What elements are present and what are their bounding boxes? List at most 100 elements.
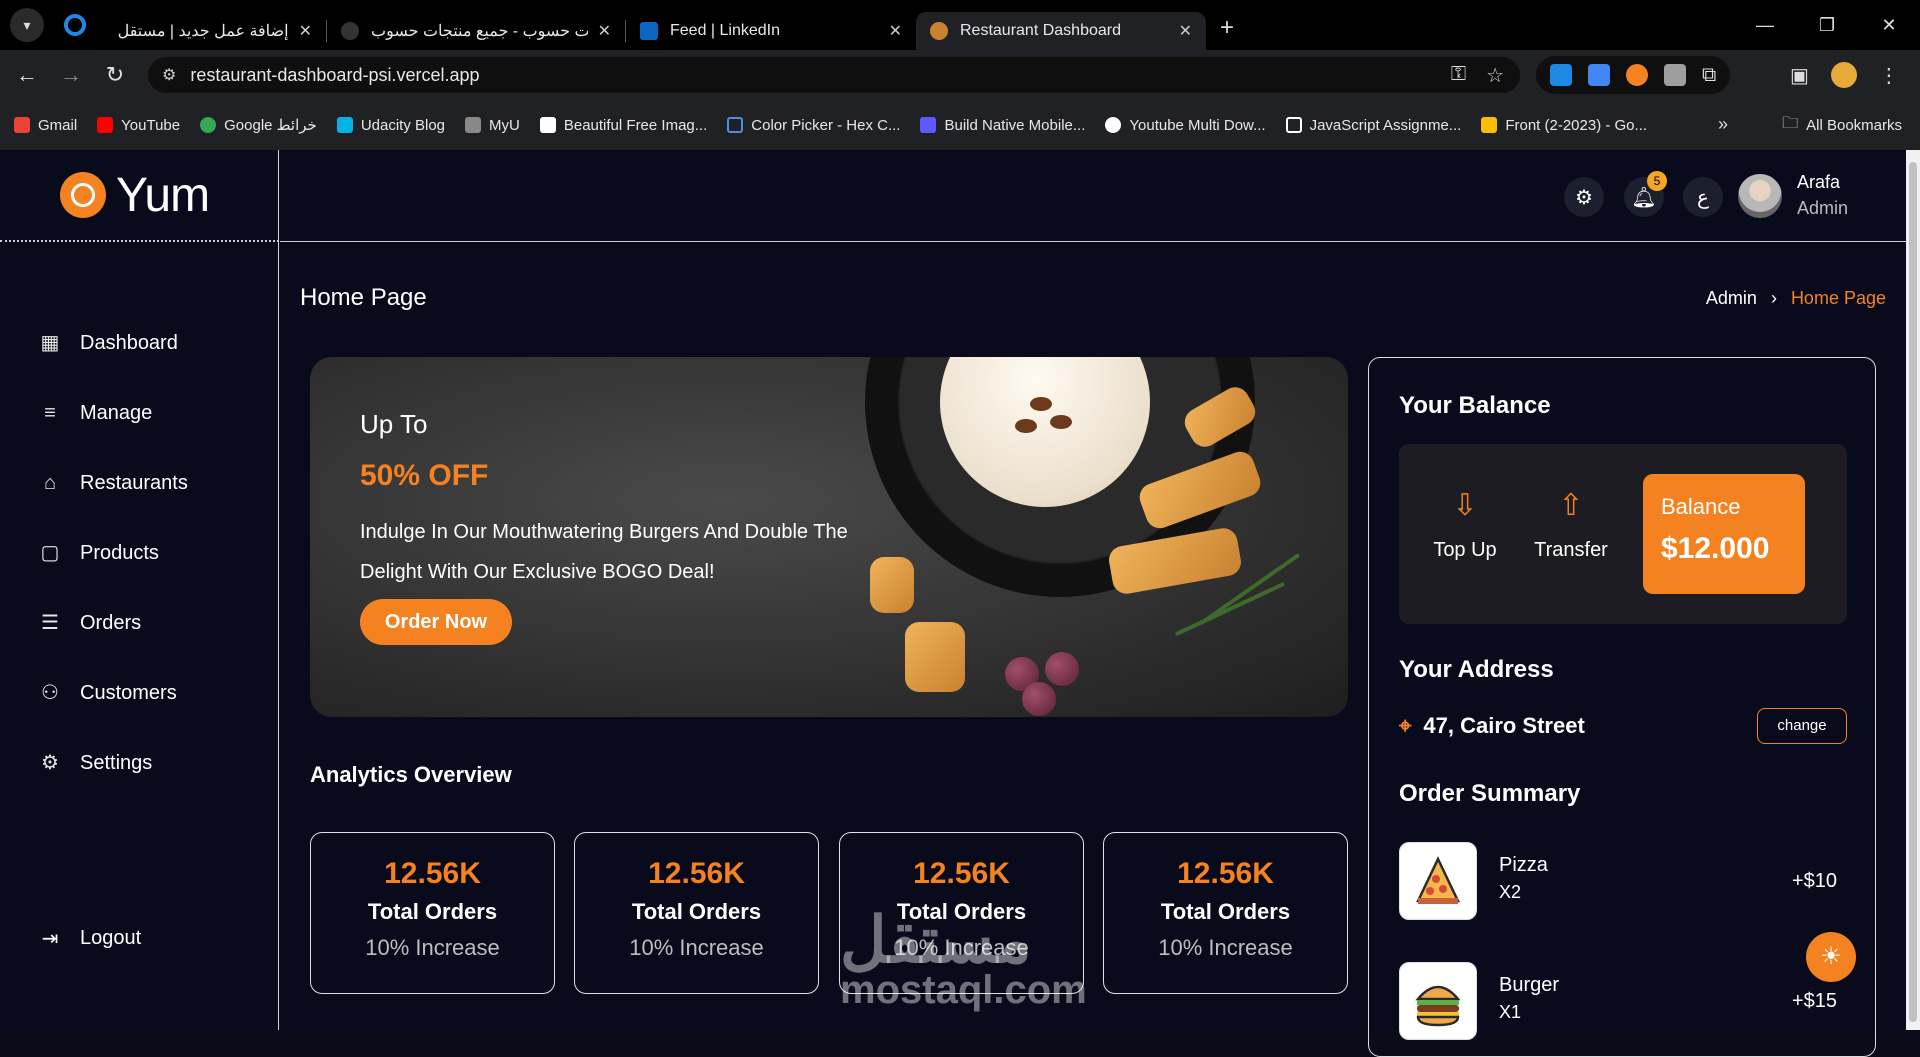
promo-discount: 50% OFF [360,459,489,492]
promo-banner: Up To 50% OFF Indulge In Our Mouthwateri… [310,357,1348,717]
burger-icon [1399,962,1477,1040]
bookmark-gmail[interactable]: Gmail [14,117,77,134]
order-item-name: Burger [1499,974,1560,996]
tab-mostaql[interactable]: إضافة عمل جديد | مستقل ✕ [86,12,326,50]
minimize-icon[interactable]: — [1734,15,1796,36]
stat-value: 12.56K [913,857,1010,890]
list-icon: ☰ [41,612,59,634]
reload-icon[interactable]: ↻ [98,62,132,88]
page-scrollbar[interactable] [1906,150,1920,1030]
back-arrow-icon[interactable]: ← [10,62,44,88]
sidebar-item-orders[interactable]: ☰ Orders [38,588,188,658]
sidebar-item-dashboard[interactable]: ▦ Dashboard [38,308,188,378]
theme-toggle-button[interactable]: ☀ [1806,932,1856,982]
tab-restaurant-dashboard[interactable]: Restaurant Dashboard ✕ [916,12,1206,50]
bookmark-star-icon[interactable]: ☆ [1486,63,1504,88]
pecan-image [1030,397,1052,411]
downloader-icon [1105,117,1122,133]
translate-icon[interactable] [1664,64,1686,86]
sidebar-item-manage[interactable]: ≡ Manage [38,378,188,448]
tab-search-button[interactable]: ▾ [10,8,44,42]
settings-button[interactable]: ⚙ [1564,177,1604,217]
window-controls: — ❐ ✕ [1734,0,1920,50]
sidebar-item-settings[interactable]: ⚙ Settings [38,728,188,798]
brand-logo[interactable]: Yum [0,150,279,242]
tab-label: Feed | LinkedIn [670,22,781,39]
order-summary-item[interactable]: Pizza X2 +$10 [1399,842,1847,922]
scrollbar-thumb[interactable] [1909,162,1917,1022]
extension-icon[interactable] [1550,64,1572,86]
extension-icon[interactable] [1588,64,1610,86]
profile-avatar[interactable] [1830,62,1857,88]
extension-icon[interactable] [1626,64,1648,86]
new-tab-button[interactable]: + [1220,14,1234,42]
breadcrumb-root[interactable]: Admin [1706,288,1757,309]
gear-icon: ⚙ [41,752,59,774]
top-up-button[interactable]: ⇩ Top Up [1425,488,1505,562]
sidebar-item-label: Settings [80,751,153,774]
gear-icon: ⚙ [1575,186,1593,209]
bookmark-youtube-downloader[interactable]: Youtube Multi Dow... [1105,117,1266,134]
bookmark-label: Google خرائط [224,117,317,134]
mostaql-watermark: مستقل mostaql.com [840,908,1087,1012]
transfer-label: Transfer [1534,539,1608,561]
tab-label: Restaurant Dashboard [960,22,1121,39]
stat-value: 12.56K [648,857,745,890]
upload-tray-icon: ⇧ [1558,489,1584,522]
order-item-qty: X2 [1499,882,1522,902]
myu-icon [465,117,482,133]
puzzle-extensions-icon[interactable]: ⧉ [1702,64,1716,87]
logout-button[interactable]: ⇥ Logout [38,926,142,951]
bookmark-google-maps[interactable]: Google خرائط [200,116,317,134]
bookmarks-overflow-icon[interactable]: » [1718,114,1728,135]
order-now-button[interactable]: Order Now [360,599,512,645]
window-close-icon[interactable]: ✕ [1858,15,1920,36]
sidebar-item-restaurants[interactable]: ⌂ Restaurants [38,448,188,518]
restore-icon[interactable]: ❐ [1796,15,1858,36]
bookmark-myu[interactable]: MyU [465,117,520,134]
site-info-icon[interactable]: ⚙ [162,65,176,85]
close-icon[interactable]: ✕ [598,21,611,41]
omnibox-actions: ⚿ ☆ [1451,63,1504,88]
order-item-qty: X1 [1499,1002,1522,1022]
sidebar-item-products[interactable]: ▢ Products [38,518,188,588]
sidebar-item-customers[interactable]: ⚇ Customers [38,658,188,728]
close-icon[interactable]: ✕ [299,21,312,41]
bookmark-udacity[interactable]: Udacity Blog [336,117,445,134]
close-icon[interactable]: ✕ [889,21,902,41]
bookmark-youtube[interactable]: YouTube [97,117,180,134]
close-icon[interactable]: ✕ [1179,21,1192,41]
user-avatar[interactable] [1738,174,1782,218]
more-menu-icon[interactable]: ⋮ [1879,63,1899,88]
bookmark-label: Build Native Mobile... [944,116,1086,134]
forward-arrow-icon[interactable]: → [54,62,88,88]
linkedin-favicon-icon [640,22,658,40]
transfer-button[interactable]: ⇧ Transfer [1531,488,1611,562]
thyme-image [1174,581,1286,637]
bookmark-free-images[interactable]: Beautiful Free Imag... [539,117,707,134]
tab-linkedin[interactable]: Feed | LinkedIn ✕ [626,12,916,50]
stat-label: Total Orders [367,899,498,924]
address-bar[interactable]: ⚙ restaurant-dashboard-psi.vercel.app ⚿ … [148,57,1520,93]
watermark-latin: mostaql.com [840,968,1087,1012]
pecan-image [1015,419,1037,433]
bookmark-native-mobile[interactable]: Build Native Mobile... [920,117,1085,134]
dashboard-app: Yum ▦ Dashboard ≡ Manage ⌂ Restaurants ▢ Pro… [0,150,1920,1057]
language-label: ع [1697,186,1709,209]
sidebar-item-label: Manage [80,401,153,424]
pizza-icon [1399,842,1477,920]
side-panel-icon[interactable]: ▣ [1790,63,1809,88]
user-name: Arafa [1797,172,1841,192]
bookmark-google-drive[interactable]: Front (2-2023) - Go... [1481,117,1647,134]
language-toggle[interactable]: ع [1683,177,1723,217]
tab-hsoub[interactable]: حسابات حسوب - جميع منتجات حسوب ✕ [327,12,625,50]
change-address-button[interactable]: change [1757,708,1847,744]
bookmark-color-picker[interactable]: Color Picker - Hex C... [727,117,900,134]
password-key-icon[interactable]: ⚿ [1451,63,1466,88]
browser-right-tools: ▣ ⋮ [1790,56,1899,94]
url-text[interactable]: restaurant-dashboard-psi.vercel.app [190,65,479,86]
all-bookmarks-folder[interactable]: 🗀 All Bookmarks [1782,100,1902,150]
order-item-price: +$10 [1791,870,1837,892]
order-summary-item[interactable]: Burger X1 +$15 [1399,962,1847,1042]
bookmark-js-assignment[interactable]: JavaScript Assignme... [1285,117,1461,134]
